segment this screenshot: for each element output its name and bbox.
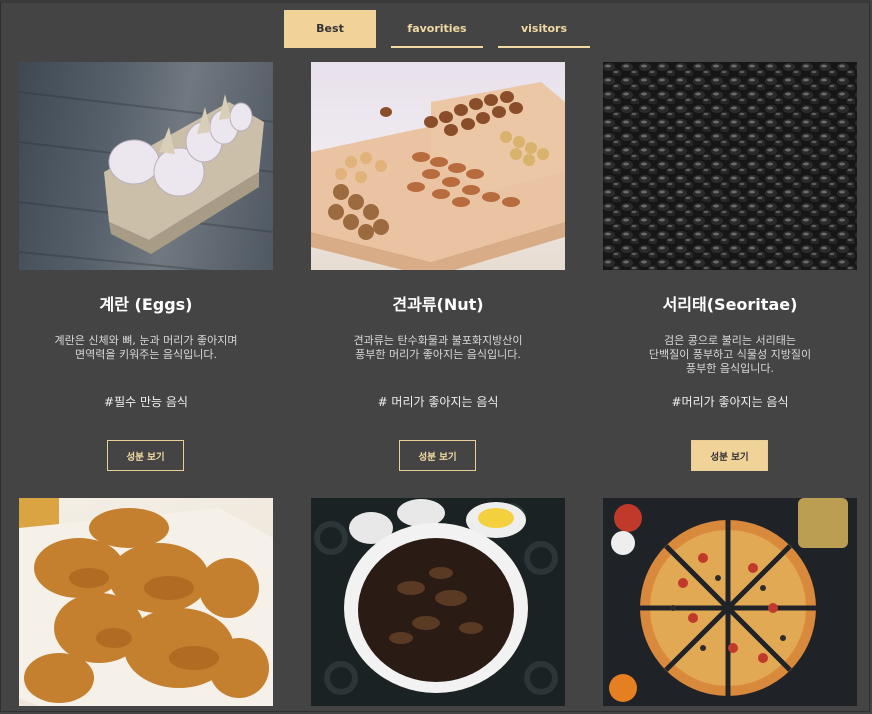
noodles-illustration [314, 499, 558, 695]
chicken-illustration [19, 498, 273, 706]
eggs-illustration [19, 91, 273, 270]
tab-visitors[interactable]: visitors [498, 10, 590, 48]
food-card-chicken [19, 498, 273, 706]
black-bean-noodles-image [311, 498, 565, 706]
view-ingredients-button[interactable]: 성분 보기 [399, 440, 476, 471]
food-card-jjajangmyeon [311, 498, 565, 706]
view-ingredients-button[interactable]: 성분 보기 [691, 440, 768, 471]
pizza-illustration [609, 498, 848, 702]
card-hashtag: #필수 만능 음식 [104, 395, 188, 409]
card-description: 견과류는 탄수화물과 불포화지방산이 풍부한 머리가 좋아지는 음식입니다. [353, 334, 523, 361]
nuts-image [311, 62, 565, 270]
card-title: 서리태(Seoritae) [662, 295, 798, 314]
tab-bar: Best favorities visitors [284, 10, 605, 48]
card-title: 계란 (Eggs) [99, 295, 193, 314]
tab-favorities[interactable]: favorities [391, 10, 483, 48]
beans-illustration [603, 62, 857, 270]
food-card-seoritae: 서리태(Seoritae) 검은 콩으로 불리는 서리태는 단백질이 풍부하고 … [603, 62, 857, 471]
nuts-illustration [311, 82, 565, 270]
eggs-image [19, 62, 273, 270]
card-description: 검은 콩으로 불리는 서리태는 단백질이 풍부하고 식물성 지방질이 풍부한 음… [648, 334, 812, 375]
food-card-eggs: 계란 (Eggs) 계란은 신체와 뼈, 눈과 머리가 좋아지며 면역력을 키워… [19, 62, 273, 471]
food-card-pizza [603, 498, 857, 706]
card-description: 계란은 신체와 뼈, 눈과 머리가 좋아지며 면역력을 키워주는 음식입니다. [54, 334, 238, 361]
tab-best[interactable]: Best [284, 10, 376, 48]
food-card-nut: 견과류(Nut) 견과류는 탄수화물과 불포화지방산이 풍부한 머리가 좋아지는… [311, 62, 565, 471]
fried-chicken-image [19, 498, 273, 706]
pizza-image [603, 498, 857, 706]
view-ingredients-button[interactable]: 성분 보기 [107, 440, 184, 471]
card-hashtag: #머리가 좋아지는 음식 [671, 395, 789, 409]
black-beans-image [603, 62, 857, 270]
card-hashtag: # 머리가 좋아지는 음식 [377, 395, 499, 409]
card-title: 견과류(Nut) [392, 295, 484, 314]
